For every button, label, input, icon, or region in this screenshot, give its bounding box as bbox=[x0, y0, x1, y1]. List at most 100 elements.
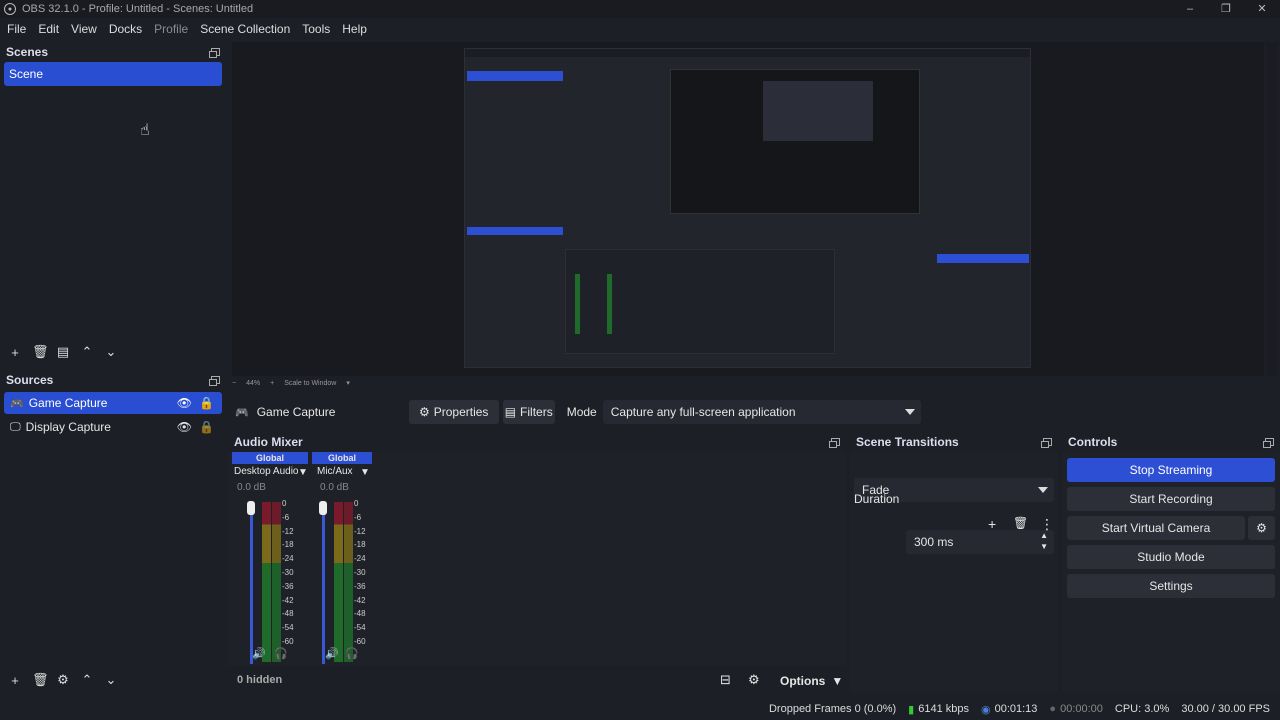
undock-icon[interactable] bbox=[829, 438, 840, 448]
level-meter bbox=[262, 502, 271, 662]
mode-dropdown[interactable]: Capture any full-screen application bbox=[602, 400, 921, 424]
hidden-count[interactable]: 0 hidden bbox=[237, 674, 282, 686]
bitrate: ▮ 6141 kbps bbox=[908, 703, 969, 716]
channel-name[interactable]: Desktop Audio bbox=[234, 466, 299, 477]
menu-tools[interactable]: Tools bbox=[302, 22, 330, 36]
chevron-down-icon[interactable]: ▼ bbox=[298, 467, 308, 478]
move-up-icon[interactable]: ⌃ bbox=[80, 344, 94, 360]
undock-icon[interactable] bbox=[1263, 438, 1274, 448]
move-down-icon[interactable]: ⌄ bbox=[104, 344, 118, 360]
duration-spinbox[interactable]: 300 ms ▲ ▼ bbox=[906, 530, 1054, 554]
sources-title: Sources bbox=[6, 373, 54, 387]
add-source-icon[interactable]: + bbox=[8, 673, 22, 688]
menu-profile[interactable]: Profile bbox=[154, 22, 188, 36]
add-transition-icon[interactable]: + bbox=[988, 516, 996, 532]
remove-source-icon[interactable]: 🗑 bbox=[32, 672, 49, 688]
studio-mode-button[interactable]: Studio Mode bbox=[1067, 545, 1275, 569]
mute-speaker-icon[interactable]: 🔊 bbox=[252, 647, 266, 660]
meter-scale: 0 -6 -12 -18 -24 -30 -36 -42 -48 -54 -60 bbox=[354, 499, 366, 646]
volume-fader-track[interactable] bbox=[322, 504, 325, 664]
move-up-icon[interactable]: ⌃ bbox=[80, 672, 94, 688]
scene-transitions-title: Scene Transitions bbox=[856, 435, 959, 449]
start-recording-button[interactable]: Start Recording bbox=[1067, 487, 1275, 511]
layout-toggle-icon[interactable]: ⊟ bbox=[720, 672, 731, 688]
channel-volume-db: 0.0 dB bbox=[237, 482, 266, 493]
stream-timer: ◉ 00:01:13 bbox=[980, 703, 1038, 716]
cpu-usage: CPU: 3.0% bbox=[1114, 703, 1170, 715]
start-virtual-camera-button[interactable]: Start Virtual Camera bbox=[1067, 516, 1245, 540]
record-icon: ● bbox=[1049, 703, 1057, 715]
scenes-toolbar: + 🗑 ▤ ⌃ ⌄ bbox=[0, 342, 118, 362]
mode-label: Mode bbox=[566, 405, 597, 419]
visibility-eye-icon[interactable]: 👁 bbox=[177, 396, 192, 410]
virtual-camera-settings-gear-icon[interactable]: ⚙ bbox=[1248, 516, 1275, 540]
preview-zoom-bar: − 44% + Scale to Window ▾ bbox=[232, 377, 432, 389]
remove-transition-icon[interactable]: 🗑 bbox=[1013, 516, 1028, 530]
chevron-down-icon[interactable]: ▼ bbox=[360, 467, 370, 478]
zoom-out-icon[interactable]: − bbox=[232, 380, 236, 387]
monitor-headphones-icon[interactable]: 🎧 bbox=[345, 647, 359, 660]
advanced-audio-icon[interactable]: ⚙ bbox=[748, 672, 760, 688]
menu-scene-collection[interactable]: Scene Collection bbox=[200, 22, 290, 36]
audio-mixer-header: Audio Mixer bbox=[228, 432, 846, 452]
chevron-down-icon: ▼ bbox=[831, 674, 844, 688]
sources-header: Sources bbox=[0, 370, 226, 390]
preview-screen-capture bbox=[464, 48, 1031, 368]
status-bar: Dropped Frames 0 (0.0%) ▮ 6141 kbps ◉ 00:0… bbox=[0, 698, 1280, 720]
menu-help[interactable]: Help bbox=[342, 22, 367, 36]
preview-vertical-scrollbar[interactable] bbox=[1266, 42, 1278, 376]
menu-edit[interactable]: Edit bbox=[38, 22, 59, 36]
add-scene-icon[interactable]: + bbox=[8, 345, 22, 360]
channel-name[interactable]: Mic/Aux bbox=[317, 466, 353, 477]
chevron-down-icon[interactable]: ▾ bbox=[346, 379, 350, 387]
duration-label: Duration bbox=[854, 492, 900, 506]
scenes-title: Scenes bbox=[6, 45, 49, 59]
source-item-game-capture[interactable]: 🎮 Game Capture 👁 🔒 bbox=[4, 392, 222, 414]
context-source-name: Game Capture bbox=[256, 405, 336, 419]
settings-button[interactable]: Settings bbox=[1067, 574, 1275, 598]
scale-mode[interactable]: Scale to Window bbox=[284, 380, 336, 387]
volume-fader-knob[interactable] bbox=[319, 501, 327, 515]
mixer-channel-mic-aux: Global Mic/Aux ▼ 0.0 dB 0 -6 -12 -18 -24 -30-… bbox=[312, 452, 372, 664]
filters-button[interactable]: ▤ Filters bbox=[502, 400, 555, 424]
volume-fader-knob[interactable] bbox=[247, 501, 255, 515]
lock-icon[interactable]: 🔒 bbox=[199, 396, 214, 410]
undock-icon[interactable] bbox=[209, 376, 220, 386]
stop-streaming-button[interactable]: Stop Streaming bbox=[1067, 458, 1275, 482]
menu-view[interactable]: View bbox=[71, 22, 97, 36]
minimize-button[interactable]: – bbox=[1172, 0, 1208, 18]
dropped-frames: Dropped Frames 0 (0.0%) bbox=[768, 703, 897, 715]
move-down-icon[interactable]: ⌄ bbox=[104, 672, 118, 688]
mixer-options-button[interactable]: Options ▼ bbox=[780, 674, 843, 688]
undock-icon[interactable] bbox=[209, 48, 220, 58]
controls-title: Controls bbox=[1068, 435, 1118, 449]
maximize-button[interactable]: ❐ bbox=[1208, 0, 1244, 18]
lock-icon[interactable]: 🔒 bbox=[199, 420, 214, 434]
spin-down-icon[interactable]: ▼ bbox=[1040, 542, 1048, 551]
source-item-display-capture[interactable]: 🖵 Display Capture 👁 🔒 bbox=[4, 416, 222, 438]
scene-transitions-header: Scene Transitions bbox=[850, 432, 1058, 452]
monitor-headphones-icon[interactable]: 🎧 bbox=[274, 647, 288, 660]
chevron-down-icon bbox=[904, 409, 915, 415]
source-settings-icon[interactable]: ⚙ bbox=[56, 672, 70, 688]
menu-docks[interactable]: Docks bbox=[109, 22, 142, 36]
channel-tag: Global bbox=[232, 452, 308, 464]
audio-mixer-title: Audio Mixer bbox=[234, 435, 303, 449]
close-button[interactable]: ✕ bbox=[1244, 0, 1280, 18]
scene-item[interactable]: Scene bbox=[4, 62, 222, 86]
undock-icon[interactable] bbox=[1041, 438, 1052, 448]
more-options-icon[interactable]: ⋮ bbox=[1040, 516, 1054, 533]
zoom-in-icon[interactable]: + bbox=[270, 380, 274, 387]
monitor-icon: 🖵 bbox=[10, 420, 21, 433]
remove-scene-icon[interactable]: 🗑 bbox=[32, 344, 49, 360]
title-bar: ● OBS 32.1.0 - Profile: Untitled - Scene… bbox=[0, 0, 1280, 18]
volume-fader-track[interactable] bbox=[250, 504, 253, 664]
preview-canvas[interactable] bbox=[232, 42, 1264, 376]
menu-file[interactable]: File bbox=[7, 22, 26, 36]
visibility-eye-icon[interactable]: 👁 bbox=[177, 420, 192, 434]
properties-button[interactable]: ⚙ Properties bbox=[408, 400, 499, 424]
mute-speaker-icon[interactable]: 🔊 bbox=[325, 647, 339, 660]
gamepad-icon: 🎮 bbox=[10, 397, 24, 410]
mixer-channel-desktop-audio: Global Desktop Audio ▼ 0.0 dB 0 -6 -12 -18-… bbox=[232, 452, 308, 664]
scene-filter-icon[interactable]: ▤ bbox=[56, 344, 70, 360]
